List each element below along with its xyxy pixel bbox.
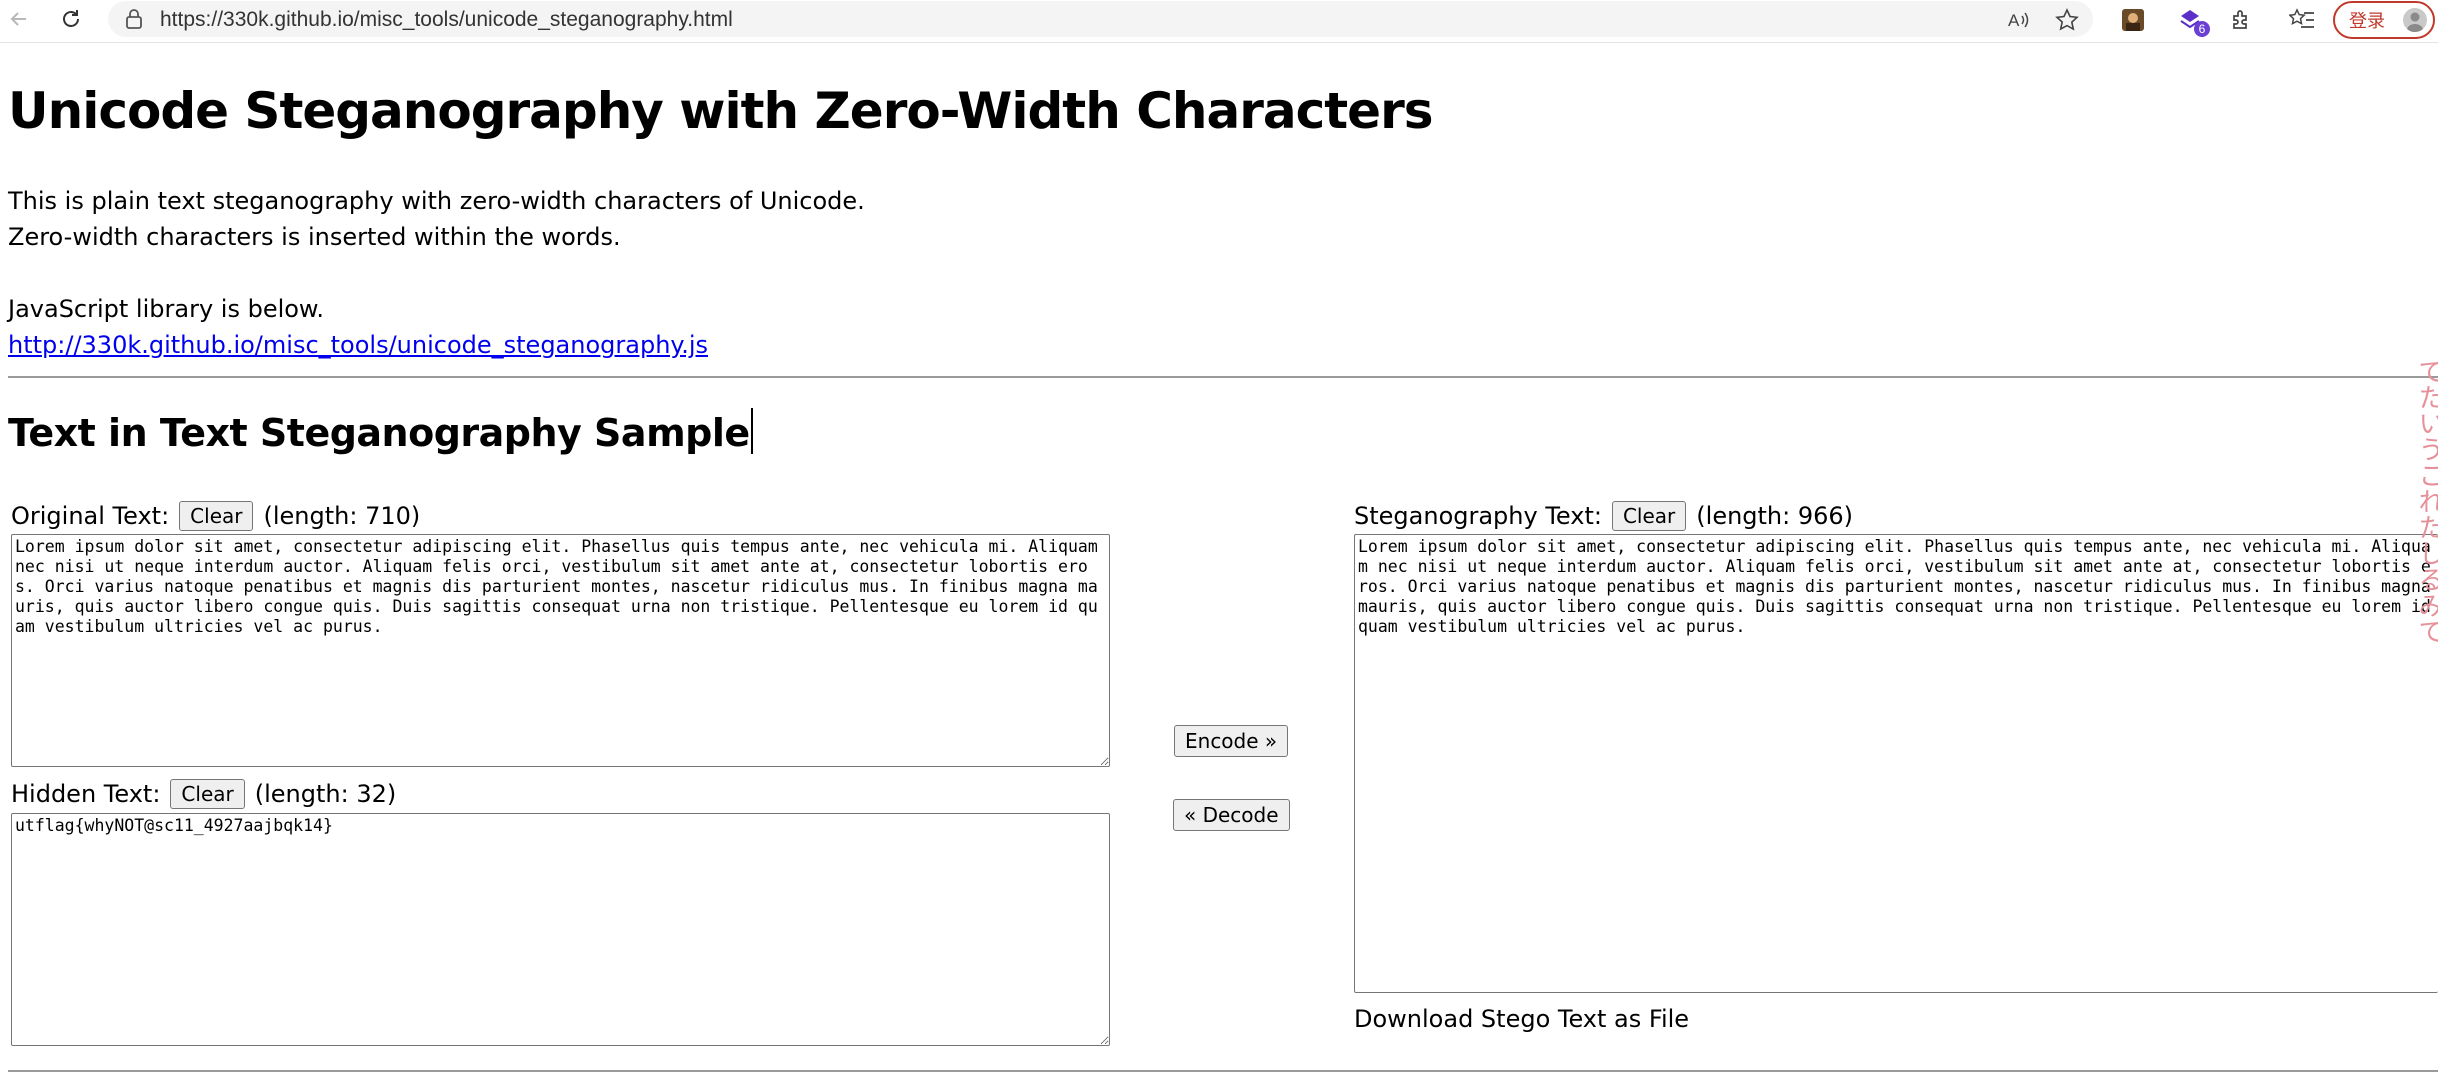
url-text: https://330k.github.io/misc_tools/unicod… [160, 8, 733, 31]
back-icon[interactable] [4, 4, 34, 34]
read-aloud-icon[interactable]: A [2005, 5, 2035, 35]
intro-line-1: This is plain text steganography with ze… [8, 187, 865, 215]
hidden-length: (length: 32) [254, 780, 397, 808]
stego-text-label: Steganography Text: [1354, 502, 1602, 530]
clear-stego-button[interactable]: Clear [1611, 501, 1687, 531]
divider-bottom [8, 1070, 2438, 1072]
browser-toolbar: https://330k.github.io/misc_tools/unicod… [0, 0, 2438, 43]
extension-image-icon[interactable] [2118, 5, 2148, 35]
stego-text-input[interactable]: Lorem ipsum dolor sit amet, consectetur … [1354, 534, 2438, 993]
clear-original-button[interactable]: Clear [179, 501, 254, 531]
login-label: 登录 [2349, 11, 2385, 32]
download-stego-link[interactable]: Download Stego Text as File [1354, 1005, 1689, 1033]
reload-icon[interactable] [56, 4, 86, 34]
hidden-text-label: Hidden Text: [11, 780, 161, 808]
avatar-icon [2403, 8, 2427, 32]
stego-length: (length: 966) [1696, 502, 1854, 530]
stego-text-header: Steganography Text: Clear (length: 966) [1354, 501, 1853, 531]
original-text-label: Original Text: [11, 502, 170, 530]
library-link[interactable]: http://330k.github.io/misc_tools/unicode… [8, 331, 708, 359]
intro-line-2: Zero-width characters is inserted within… [8, 223, 621, 251]
encode-button[interactable]: Encode » [1174, 725, 1289, 757]
hidden-text-header: Hidden Text: Clear (length: 32) [11, 779, 396, 809]
section-title: Text in Text Steganography Sample [8, 408, 753, 455]
extension-count-badge: 6 [2194, 21, 2210, 37]
favorite-star-icon[interactable] [2052, 5, 2082, 35]
clear-hidden-button[interactable]: Clear [170, 779, 245, 809]
hidden-text-input[interactable]: utflag{whyNOT@sc11_4927aajbqk14} [11, 813, 1110, 1046]
lock-icon [124, 8, 144, 34]
favorites-list-icon[interactable] [2287, 5, 2317, 35]
extensions-puzzle-icon[interactable] [2226, 5, 2256, 35]
original-length: (length: 710) [263, 502, 421, 530]
original-text-input[interactable]: Lorem ipsum dolor sit amet, consectetur … [11, 534, 1110, 767]
decode-button[interactable]: « Decode [1173, 799, 1290, 831]
divider-top [8, 376, 2438, 378]
svg-text:A: A [2008, 11, 2020, 30]
address-bar[interactable]: https://330k.github.io/misc_tools/unicod… [108, 1, 2093, 37]
page-title: Unicode Steganography with Zero-Width Ch… [8, 82, 1434, 140]
library-text: JavaScript library is below. [8, 295, 324, 323]
text-caret [750, 408, 753, 454]
extension-badge-icon[interactable]: 6 [2175, 5, 2210, 37]
login-button[interactable]: 登录 [2333, 1, 2435, 39]
original-text-header: Original Text: Clear (length: 710) [11, 501, 420, 531]
side-decoration-text: てたいうこれたしるみて [2414, 358, 2438, 644]
